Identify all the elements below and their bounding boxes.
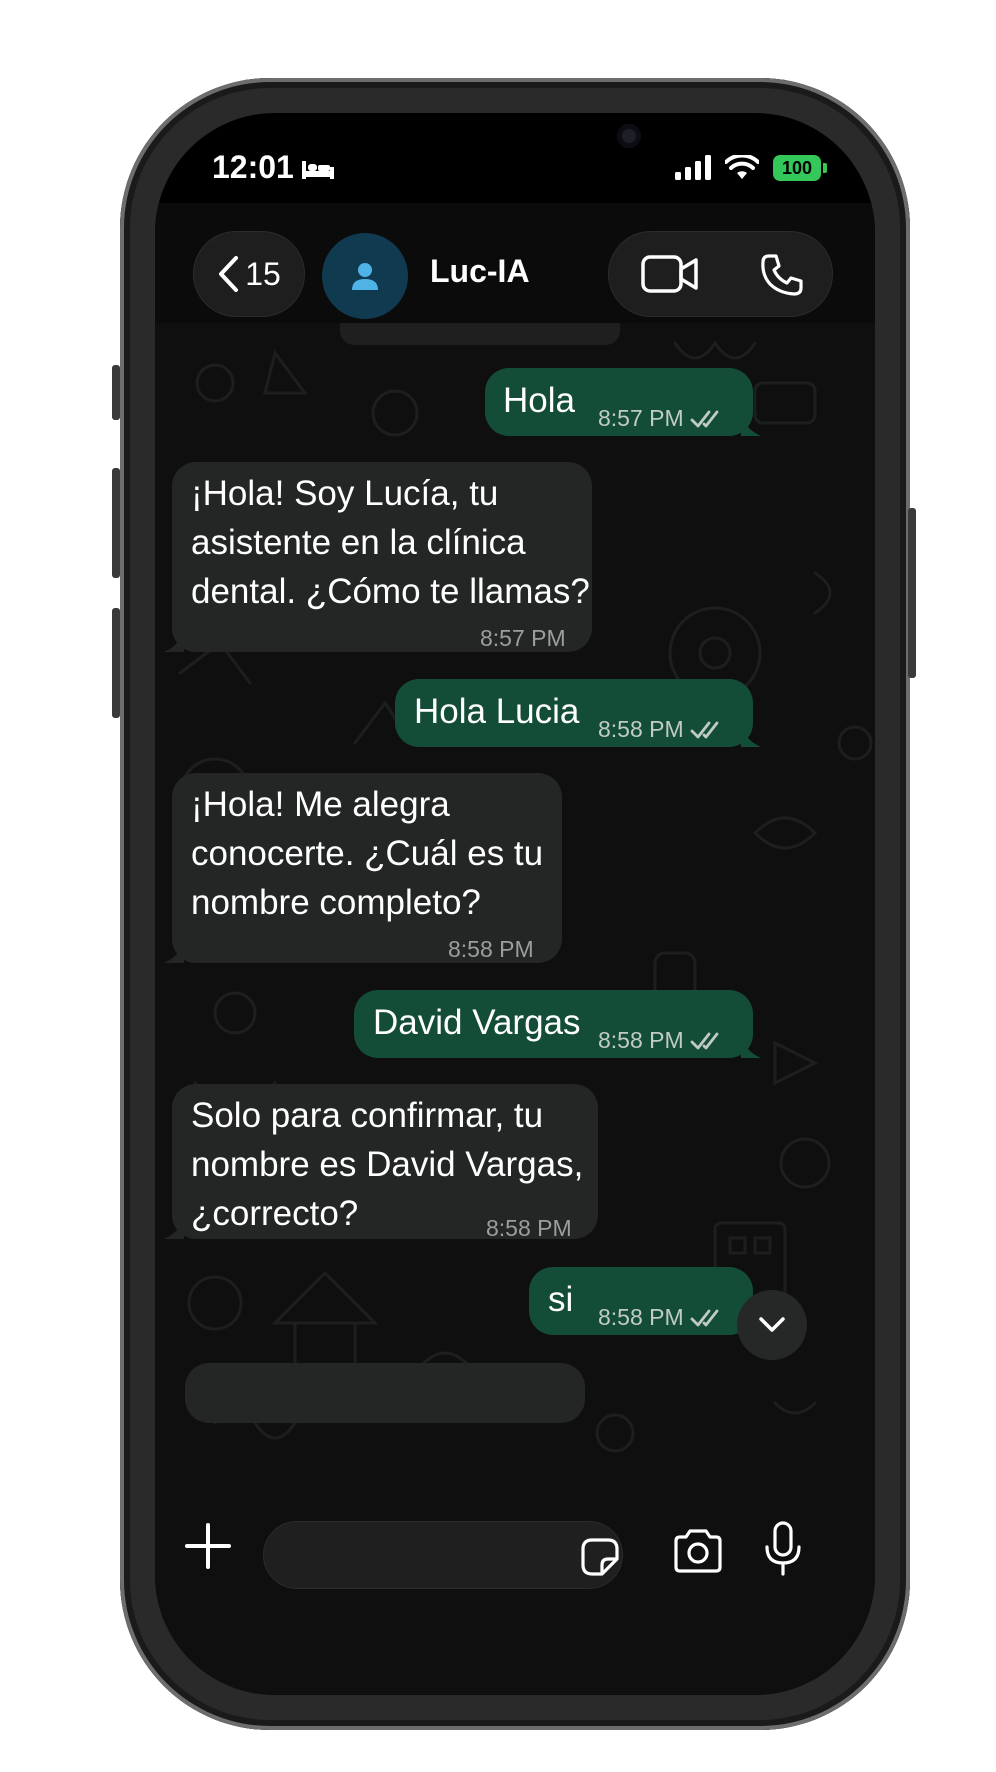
- phone-volume-up: [112, 468, 120, 578]
- bubble-tail: [164, 632, 184, 652]
- phone-call-icon[interactable]: [759, 252, 805, 298]
- message-meta: 8:58 PM: [598, 1293, 724, 1342]
- microphone-icon[interactable]: [763, 1521, 803, 1577]
- message-time: 8:57 PM: [598, 405, 684, 431]
- double-check-icon: [690, 721, 719, 738]
- message-composer: [155, 1491, 875, 1695]
- person-icon: [352, 263, 378, 290]
- plus-icon[interactable]: [183, 1521, 233, 1571]
- message-meta: 8:58 PM: [448, 925, 534, 974]
- message-meta: 8:58 PM: [598, 1016, 724, 1065]
- phone-screen: 12:01 100 15 Luc-IA Hola 8:57 PM ¡Hola! …: [155, 113, 875, 1695]
- message-meta: 8:57 PM: [598, 394, 724, 443]
- status-bar: 12:01 100: [155, 143, 875, 193]
- signal-icon: [675, 155, 711, 180]
- chevron-down-icon: [759, 1317, 785, 1332]
- message-time: 8:58 PM: [598, 1027, 684, 1053]
- scroll-to-bottom-button[interactable]: [737, 1290, 807, 1360]
- chevron-left-icon: [219, 256, 239, 292]
- message-text: ¡Hola! Me alegra conocerte. ¿Cuál es tu …: [191, 785, 544, 922]
- phone-volume-down: [112, 608, 120, 718]
- sticker-icon[interactable]: [580, 1537, 620, 1577]
- message-outgoing[interactable]: Hola Lucia 8:58 PM: [395, 679, 761, 747]
- message-incoming-partial: [185, 1363, 585, 1423]
- status-time: 12:01: [212, 149, 294, 185]
- double-check-icon: [690, 1032, 719, 1049]
- battery-icon: 100: [773, 155, 821, 181]
- message-text: Hola Lucia: [414, 692, 580, 731]
- contact-name[interactable]: Luc-IA: [430, 253, 530, 290]
- message-incoming[interactable]: ¡Hola! Soy Lucía, tu asistente en la clí…: [164, 462, 592, 652]
- message-text: David Vargas: [373, 1003, 581, 1042]
- message-time: 8:58 PM: [448, 936, 534, 962]
- double-check-icon: [690, 1309, 719, 1326]
- pinned-message-edge: [340, 323, 620, 345]
- avatar[interactable]: [322, 233, 408, 319]
- phone-mute-switch: [112, 365, 120, 420]
- message-text: Hola: [503, 381, 575, 420]
- message-meta: 8:57 PM: [480, 614, 566, 663]
- camera-icon[interactable]: [671, 1529, 725, 1573]
- message-time: 8:58 PM: [486, 1215, 572, 1241]
- message-meta: 8:58 PM: [486, 1204, 572, 1253]
- back-button[interactable]: 15: [193, 231, 305, 317]
- chat-header: 15 Luc-IA: [155, 203, 875, 323]
- message-text: si: [548, 1280, 574, 1319]
- message-meta: 8:58 PM: [598, 705, 724, 754]
- message-outgoing[interactable]: David Vargas 8:58 PM: [354, 990, 761, 1058]
- phone-power-button: [908, 508, 916, 678]
- double-check-icon: [690, 410, 719, 427]
- message-text: ¡Hola! Soy Lucía, tu asistente en la clí…: [191, 474, 590, 611]
- message-incoming[interactable]: Solo para confirmar, tu nombre es David …: [164, 1084, 598, 1241]
- message-outgoing[interactable]: Hola 8:57 PM: [485, 368, 761, 436]
- bubble-tail: [741, 416, 761, 436]
- battery-nub: [823, 163, 827, 173]
- video-call-icon[interactable]: [641, 254, 699, 294]
- bubble-tail: [741, 1038, 761, 1058]
- bubble-tail: [164, 943, 184, 963]
- unread-count: 15: [245, 255, 281, 292]
- message-time: 8:57 PM: [480, 625, 566, 651]
- wifi-icon: [725, 155, 759, 179]
- message-incoming[interactable]: ¡Hola! Me alegra conocerte. ¿Cuál es tu …: [164, 773, 562, 963]
- bubble-tail: [741, 727, 761, 747]
- message-outgoing[interactable]: si 8:58 PM: [529, 1267, 761, 1335]
- call-actions: [608, 231, 833, 317]
- message-time: 8:58 PM: [598, 1304, 684, 1330]
- message-time: 8:58 PM: [598, 716, 684, 742]
- message-input[interactable]: [263, 1521, 623, 1589]
- bubble-tail: [164, 1219, 184, 1239]
- bed-icon: [302, 161, 334, 179]
